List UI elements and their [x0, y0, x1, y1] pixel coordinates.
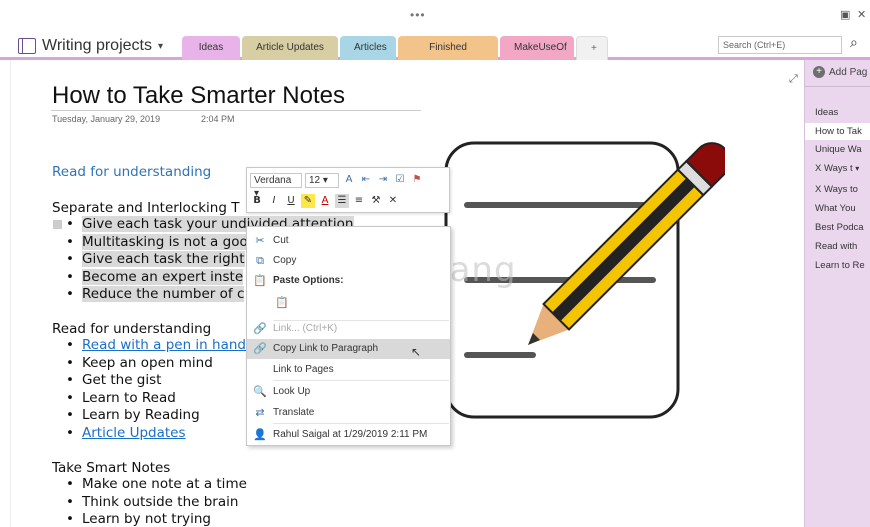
page-list-pane: + Add Pag Ideas How to Tak Unique Wa X W…	[804, 60, 870, 527]
font-color-icon[interactable]: A	[318, 194, 332, 208]
notebook-icon	[18, 38, 36, 54]
scissors-icon: ✂	[255, 234, 265, 247]
page-list-item[interactable]: Learn to Re	[815, 260, 870, 271]
chevron-down-icon[interactable]: ▾	[855, 164, 859, 173]
italic-button[interactable]: I	[267, 194, 281, 208]
page-list-item[interactable]: X Ways to	[815, 184, 870, 195]
expand-icon[interactable]: ⤢	[789, 72, 798, 86]
chevron-down-icon: ▾	[157, 40, 163, 52]
bullets-icon[interactable]: ☰	[335, 194, 349, 208]
list-item[interactable]: Learn to Read	[66, 390, 246, 408]
tab-articles[interactable]: Articles	[340, 36, 396, 60]
look-up-menu-item[interactable]: 🔍 Look Up	[247, 382, 450, 402]
author-info-menu-item[interactable]: 👤 Rahul Saigal at 1/29/2019 2:11 PM	[247, 425, 450, 445]
mini-toolbar: Verdana ▾ 12 ▾ A ⇤ ⇥ ☑ ⚑ B I U ✎ A ☰ ≡ ⚒…	[246, 167, 450, 213]
outline-heading[interactable]: Read for understanding	[52, 164, 211, 180]
numbering-icon[interactable]: ≡	[352, 194, 366, 208]
title-bar: ••• ▣ ✕	[0, 0, 870, 30]
list-item[interactable]: Get the gist	[66, 372, 246, 390]
paste-icon: 📋	[275, 296, 289, 309]
section-tab-bar: Writing projects ▾ Ideas Article Updates…	[0, 30, 870, 77]
look-up-icon: 🔍	[253, 385, 267, 398]
decrease-indent-icon[interactable]: ⇤	[359, 173, 373, 187]
notebook-name: Writing projects	[42, 37, 152, 54]
section-tabs: Ideas Article Updates Articles Finished …	[182, 36, 608, 77]
page-list-item[interactable]: Unique Wa	[815, 144, 870, 155]
page-list-item[interactable]: X Ways t ▾	[815, 163, 870, 174]
underline-button[interactable]: U	[284, 194, 298, 208]
add-page-button[interactable]: + Add Pag	[813, 66, 867, 78]
outline-heading[interactable]: Take Smart Notes	[52, 460, 170, 476]
tab-finished-articles[interactable]: Finished Articles	[398, 36, 498, 77]
paragraph-handle[interactable]	[53, 220, 62, 229]
link-to-pages-menu-item[interactable]: Link to Pages	[247, 360, 450, 380]
page-list-item-selected[interactable]: How to Tak	[805, 123, 870, 140]
list-item[interactable]: Make one note at a time	[66, 476, 247, 494]
reading-list: Read with a pen in hand Keep an open min…	[66, 337, 246, 442]
list-item[interactable]: Keep an open mind	[66, 355, 246, 373]
cut-menu-item[interactable]: ✂ Cut	[247, 231, 450, 251]
format-painter-icon[interactable]: ⚒	[369, 194, 383, 208]
tab-article-updates[interactable]: Article Updates	[242, 36, 338, 60]
link-icon: 🔗	[253, 322, 267, 335]
search-icon[interactable]: ⌕	[850, 35, 858, 51]
clipboard-icon: 📋	[253, 274, 267, 287]
add-icon: +	[813, 66, 825, 78]
font-size-select[interactable]: 12 ▾	[305, 172, 339, 188]
page-list-item[interactable]: Best Podca	[815, 222, 870, 233]
context-menu: ✂ Cut ⧉ Copy 📋 Paste Options: 📋 🔗 Link... (C…	[246, 226, 451, 446]
bold-button[interactable]: B	[250, 194, 264, 208]
highlight-icon[interactable]: ✎	[301, 194, 315, 208]
notebook-selector[interactable]: Writing projects ▾	[18, 37, 163, 55]
list-item[interactable]: Learn by Reading	[66, 407, 246, 425]
todo-tag-icon[interactable]: ☑	[393, 173, 407, 187]
page-title[interactable]: How to Take Smarter Notes	[52, 82, 345, 110]
notes-list: Make one note at a time Think outside th…	[66, 476, 247, 527]
list-item[interactable]: Learn by not trying	[66, 511, 247, 527]
restore-icon[interactable]: ▣	[840, 8, 850, 21]
tab-ideas[interactable]: Ideas	[182, 36, 240, 60]
tab-makeuseof[interactable]: MakeUseOf	[500, 36, 574, 60]
pane-separator	[805, 86, 870, 87]
page-list-item[interactable]: Ideas	[815, 107, 870, 118]
more-dots-icon[interactable]: •••	[410, 8, 426, 22]
page-list-item[interactable]: Read with	[815, 241, 870, 252]
close-icon[interactable]: ✕	[857, 8, 866, 21]
menu-separator	[273, 423, 449, 424]
list-item-link[interactable]: Article Updates	[66, 425, 246, 443]
search-input[interactable]: Search (Ctrl+E)	[718, 36, 842, 54]
font-name-select[interactable]: Verdana ▾	[250, 172, 302, 199]
menu-separator	[273, 380, 449, 381]
mouse-cursor-icon: ↖	[411, 345, 422, 359]
clear-format-icon[interactable]: A	[342, 173, 356, 187]
page-list-item[interactable]: What You	[815, 203, 870, 214]
page-time: 2:04 PM	[201, 114, 235, 124]
increase-indent-icon[interactable]: ⇥	[376, 173, 390, 187]
person-icon: 👤	[253, 428, 267, 441]
list-item[interactable]: Think outside the brain	[66, 494, 247, 512]
add-section-button[interactable]: +	[576, 36, 608, 60]
paste-keep-text-button[interactable]: 📋	[247, 293, 450, 317]
link-menu-item[interactable]: 🔗 Link... (Ctrl+K)	[247, 319, 450, 339]
translate-menu-item[interactable]: ⇄ Translate	[247, 403, 450, 423]
copy-menu-item[interactable]: ⧉ Copy	[247, 251, 450, 271]
page-date: Tuesday, January 29, 2019	[52, 114, 161, 124]
translate-icon: ⇄	[255, 406, 265, 419]
title-underline	[51, 110, 421, 111]
outline-heading[interactable]: Read for understanding	[52, 321, 211, 337]
copy-icon: ⧉	[256, 254, 264, 267]
paste-options-menu-item: 📋 Paste Options:	[247, 271, 450, 291]
paragraph-link-icon: 🔗	[253, 342, 267, 355]
tag-icon[interactable]: ⚑	[410, 173, 424, 187]
outline-heading[interactable]: Separate and Interlocking T	[52, 200, 239, 216]
delete-icon[interactable]: ✕	[386, 194, 400, 208]
list-item-link[interactable]: Read with a pen in hand	[66, 337, 246, 355]
